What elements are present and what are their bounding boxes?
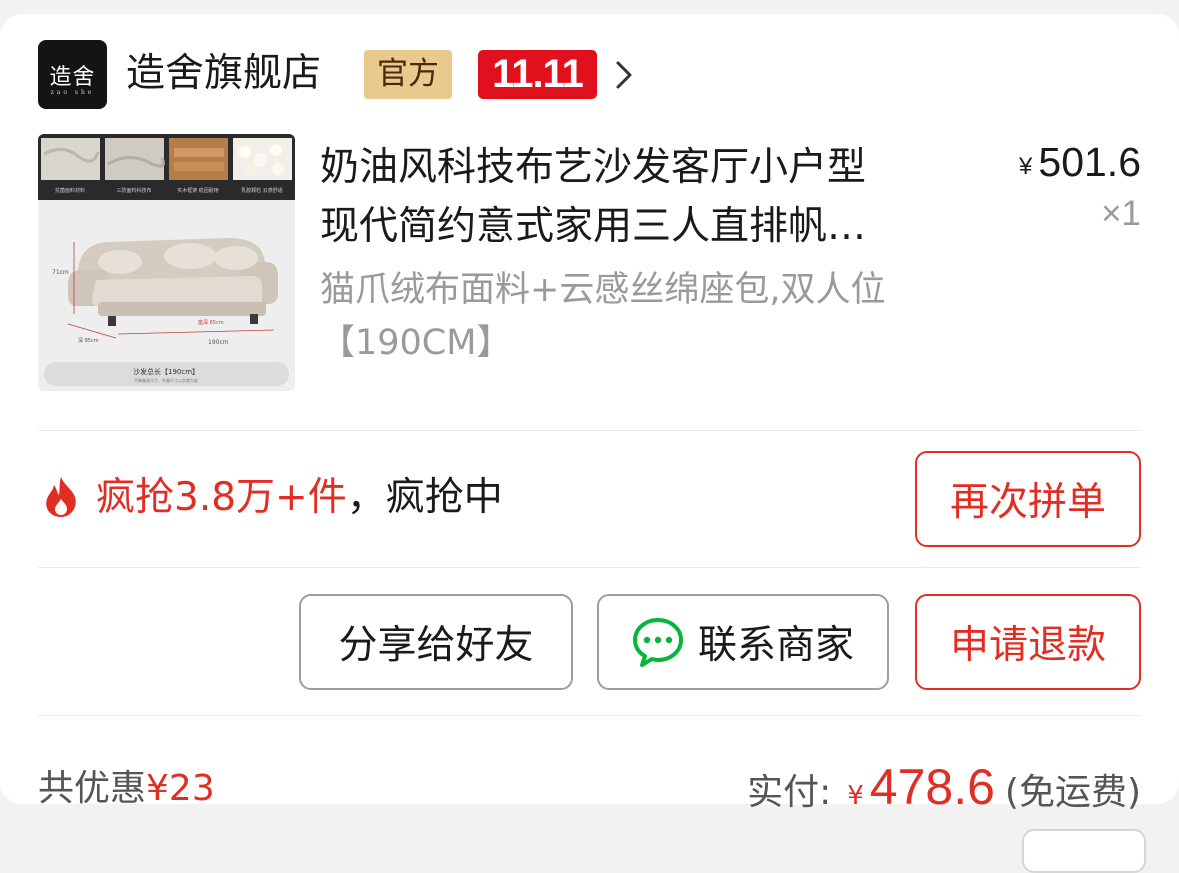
product-title[interactable]: 奶油风科技布艺沙发客厅小户型 现代简约意式家用三人直排帆… <box>320 138 960 256</box>
reorder-button[interactable]: 再次拼单 <box>915 451 1141 547</box>
store-logo-text: 造舍 <box>49 64 96 90</box>
flame-icon <box>46 477 76 517</box>
product-title-line1: 奶油风科技布艺沙发客厅小户型 <box>320 145 867 190</box>
chevron-right-icon[interactable] <box>610 58 638 92</box>
store-name[interactable]: 造舍旗舰店 <box>126 47 321 101</box>
price-value: 501.6 <box>1038 139 1141 185</box>
product-title-line2: 现代简约意式家用三人直排帆… <box>320 204 867 249</box>
discount-summary: 共优惠¥23 <box>38 763 215 815</box>
shipping-note: (免运费) <box>1004 772 1141 813</box>
thumb-depth-label: 深 95cm <box>78 337 99 344</box>
divider <box>38 430 1141 431</box>
paid-summary: 实付: ¥478.6 (免运费) <box>747 757 1141 826</box>
product-spec: 猫爪绒布面料+云感丝绵座包,双人位【190CM】 <box>320 270 886 363</box>
paid-label: 实付: <box>747 772 832 813</box>
store-logo-subtext: zao she <box>50 89 95 96</box>
share-button[interactable]: 分享给好友 <box>299 594 573 690</box>
thumb-width-label: 190cm <box>208 339 229 346</box>
thumb-footer: 沙发总长【190cm】 <box>133 367 199 376</box>
discount-label: 共优惠 <box>38 768 147 809</box>
product-price: ¥501.6 <box>1019 134 1141 195</box>
thumb-height-label: 71cm <box>52 269 69 276</box>
paid-amount: 478.6 <box>869 759 995 815</box>
refund-button[interactable]: 申请退款 <box>915 594 1141 690</box>
thumb-footer-sub: 不做备选尺寸，外备尺寸以实物为准 <box>134 377 198 383</box>
divider <box>38 715 1141 716</box>
double-eleven-badge: 11.11 <box>478 50 597 99</box>
promo-rest-text: ，疯抢中 <box>346 475 503 520</box>
thumb-caption-3: 实木框架 稳固耐用 <box>177 187 219 194</box>
product-thumbnail[interactable]: 抗菌面料材料 三防面料科技布 实木框架 稳固耐用 乳胶颗粒 云感舒适 71cm … <box>38 134 295 391</box>
chat-bubble-icon <box>632 618 683 667</box>
thumb-caption-1: 抗菌面料材料 <box>55 187 85 194</box>
order-card: 造舍 zao she 造舍旗舰店 官方 11.11 抗菌面料材料 三防面料科技布 <box>0 14 1179 815</box>
store-logo[interactable]: 造舍 zao she <box>38 40 107 109</box>
thumb-caption-2: 三防面料科技布 <box>116 187 151 194</box>
discount-amount: ¥23 <box>146 768 215 809</box>
sofa-image: 抗菌面料材料 三防面料科技布 实木框架 稳固耐用 乳胶颗粒 云感舒适 71cm … <box>38 134 295 391</box>
contact-seller-label: 联系商家 <box>697 623 854 668</box>
thumb-seat-label: 座深 65cm <box>198 319 224 326</box>
paid-currency: ¥ <box>847 781 864 811</box>
contact-seller-button[interactable]: 联系商家 <box>597 594 889 690</box>
product-quantity: ×1 <box>1101 194 1141 233</box>
thumb-caption-4: 乳胶颗粒 云感舒适 <box>241 187 283 194</box>
promo-text: 疯抢3.8万+件，疯抢中 <box>96 471 503 525</box>
next-order-button-edge[interactable] <box>1022 829 1146 873</box>
divider <box>38 567 1141 568</box>
official-badge: 官方 <box>364 50 452 99</box>
promo-hot-text: 疯抢3.8万+件 <box>96 475 347 520</box>
price-currency: ¥ <box>1019 153 1033 180</box>
